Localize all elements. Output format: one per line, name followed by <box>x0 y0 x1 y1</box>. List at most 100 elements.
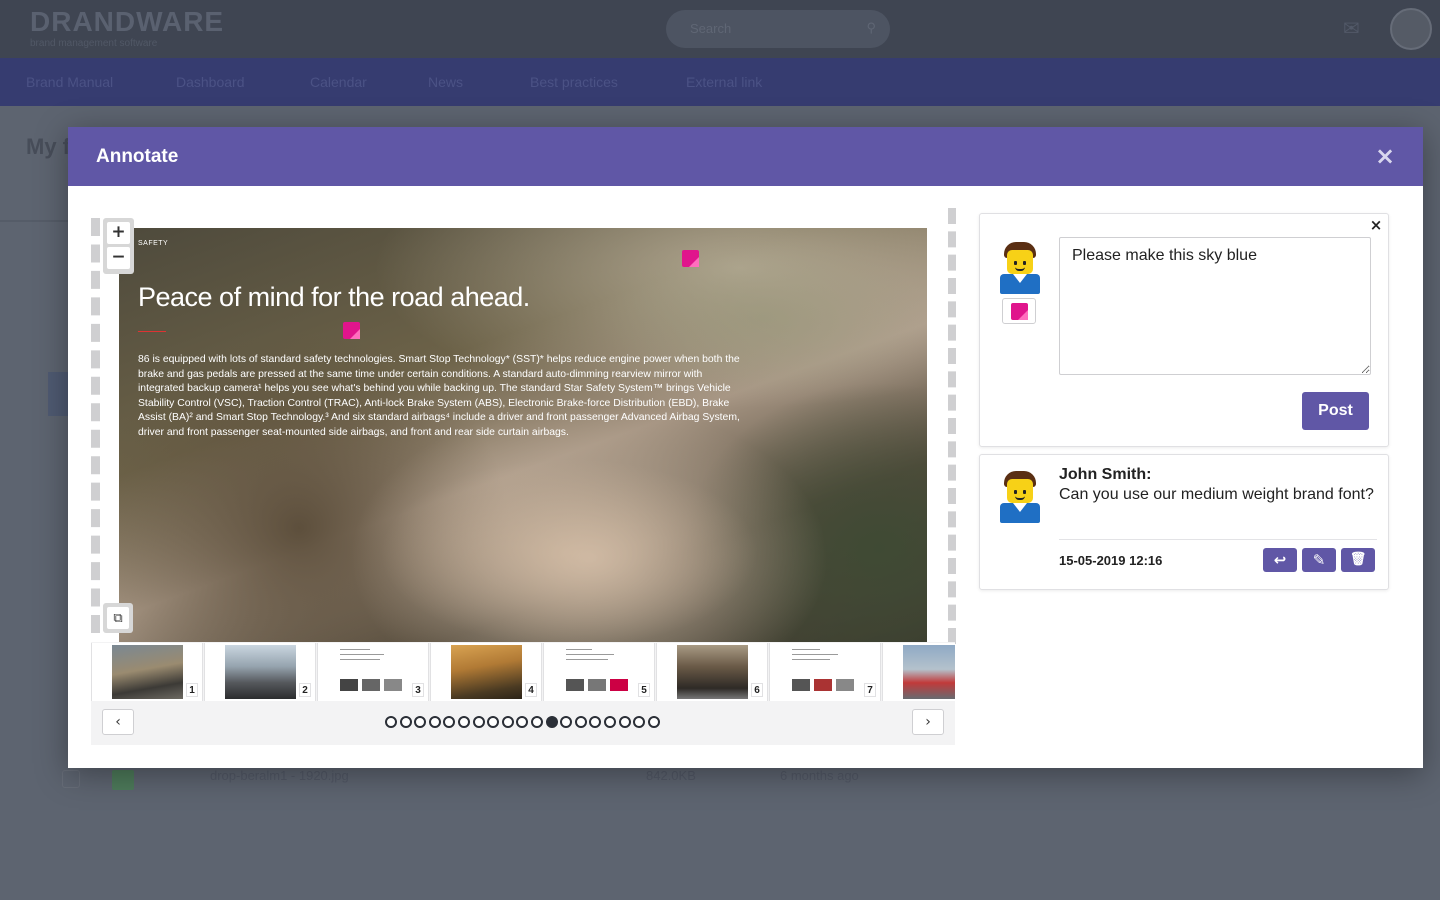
user-avatar[interactable] <box>1390 8 1432 50</box>
row-checkbox[interactable] <box>62 770 80 788</box>
edit-icon[interactable]: ✎ <box>1302 548 1336 572</box>
reply-icon[interactable]: ↩ <box>1263 548 1297 572</box>
page-kicker: SAFETY <box>138 240 169 247</box>
app-logo-subtitle: brand management software <box>30 38 158 49</box>
thumbnail-image <box>903 645 955 699</box>
thumbnail-number: 2 <box>299 683 311 697</box>
app-logo: DRANDWARE <box>30 6 225 37</box>
annotation-marker[interactable] <box>682 250 699 267</box>
file-name[interactable]: drop-beralm1 - 1920.jpg <box>210 768 349 783</box>
sidebar-tab[interactable] <box>48 372 68 416</box>
thumbnail-4[interactable]: 4 <box>430 643 542 701</box>
nav-item-external-link[interactable]: External link <box>686 74 762 90</box>
post-button[interactable]: Post <box>1302 392 1369 430</box>
page-dot[interactable] <box>385 716 397 728</box>
thumbnail-image <box>677 645 748 699</box>
previous-page-button[interactable]: ‹ <box>102 709 134 735</box>
comment-card: John Smith: Can you use our medium weigh… <box>979 454 1389 590</box>
page-dot[interactable] <box>633 716 646 728</box>
thumbnail-7[interactable]: 7 <box>769 643 881 701</box>
page-dot[interactable] <box>531 716 543 728</box>
thumbnail-1[interactable]: 1 <box>91 643 203 701</box>
comment-author: John Smith: <box>1059 466 1152 483</box>
page-dot[interactable] <box>618 716 631 728</box>
page-dot[interactable] <box>428 716 441 728</box>
page-dot[interactable] <box>399 716 412 728</box>
page-dot[interactable] <box>516 716 529 728</box>
file-icon <box>112 770 134 790</box>
thumbnail-6[interactable]: 6 <box>656 643 768 701</box>
page-dot[interactable] <box>443 716 456 728</box>
annotation-marker-icon <box>1011 303 1028 320</box>
page-dot[interactable] <box>647 716 660 728</box>
annotation-marker[interactable] <box>343 322 360 339</box>
page-dot[interactable] <box>472 716 485 728</box>
thumbnail-image <box>564 645 635 699</box>
nav-item-best-practices[interactable]: Best practices <box>530 74 618 90</box>
page-dot[interactable] <box>560 716 573 728</box>
avatar <box>998 242 1042 294</box>
app-header: DRANDWARE brand management software Sear… <box>0 0 1440 58</box>
nav-item-news[interactable]: News <box>428 74 463 90</box>
page-dot[interactable] <box>487 716 500 728</box>
close-icon[interactable]: × <box>1368 216 1384 234</box>
modal-header: Annotate × <box>68 127 1423 186</box>
thumbnail-2[interactable]: 2 <box>204 643 316 701</box>
thumbnail-image <box>451 645 522 699</box>
file-size: 842.0KB <box>646 768 696 783</box>
avatar <box>998 471 1042 523</box>
page-dot[interactable] <box>604 716 616 728</box>
thumbnail-number: 1 <box>186 683 198 697</box>
nav-item-calendar[interactable]: Calendar <box>310 74 367 90</box>
thumbnail-number: 3 <box>412 683 424 697</box>
comment-timestamp: 15-05-2019 12:16 <box>1059 553 1163 568</box>
page-title: My f <box>26 134 70 159</box>
thumbnail-number: 5 <box>638 683 650 697</box>
viewer-right-border <box>948 208 956 644</box>
zoom-controls: + − <box>103 218 134 274</box>
next-page-button[interactable]: › <box>912 709 944 735</box>
zoom-out-button[interactable]: − <box>107 247 130 269</box>
search-icon: ⚲ <box>866 20 876 35</box>
divider <box>0 220 68 222</box>
delete-icon[interactable]: 🗑 <box>1341 548 1375 572</box>
thumbnail-number: 6 <box>751 683 763 697</box>
thumbnail-5[interactable]: 5 <box>543 643 655 701</box>
page-dots <box>385 716 675 728</box>
main-nav: Brand Manual Dashboard Calendar News Bes… <box>0 58 1440 106</box>
thumbnail-number: 4 <box>525 683 537 697</box>
thumbnail-image <box>112 645 183 699</box>
viewer-left-border <box>91 218 100 633</box>
page-dot[interactable] <box>414 716 427 728</box>
thumbnail-strip: 1 2 3 4 5 6 7 <box>91 642 955 745</box>
thumbnail-3[interactable]: 3 <box>317 643 429 701</box>
annotation-marker-chip[interactable] <box>1002 298 1036 324</box>
zoom-in-button[interactable]: + <box>107 222 130 244</box>
close-icon[interactable]: × <box>1373 143 1397 169</box>
comment-input[interactable]: Please make this sky blue <box>1059 237 1371 375</box>
page-dot[interactable] <box>574 716 587 728</box>
search-input[interactable]: Search ⚲ <box>666 10 890 48</box>
search-placeholder: Search <box>690 21 732 36</box>
comment-text: Can you use our medium weight brand font… <box>1059 486 1374 503</box>
thumbnail-image <box>338 645 409 699</box>
thumbnail-8[interactable] <box>882 643 955 701</box>
page-headline: Peace of mind for the road ahead. <box>138 282 530 312</box>
annotate-modal: Annotate × SAFETY Peace of mind for the … <box>68 127 1423 768</box>
file-age: 6 months ago <box>780 768 859 783</box>
copy-icon[interactable]: ⧉ <box>107 607 129 629</box>
thumbnail-number: 7 <box>864 683 876 697</box>
thumbnail-image <box>225 645 296 699</box>
nav-item-brand-manual[interactable]: Brand Manual <box>26 74 113 90</box>
divider <box>1059 539 1377 540</box>
page-dot[interactable] <box>458 716 470 728</box>
page-dot[interactable] <box>589 716 602 728</box>
page-dot[interactable] <box>545 716 558 728</box>
nav-item-dashboard[interactable]: Dashboard <box>176 74 245 90</box>
modal-title: Annotate <box>96 146 179 167</box>
page-dot[interactable] <box>501 716 514 728</box>
copy-control: ⧉ <box>103 603 133 633</box>
document-page[interactable]: SAFETY Peace of mind for the road ahead.… <box>119 228 927 642</box>
notification-icon[interactable]: ✉ <box>1343 16 1360 41</box>
page-body-text: 86 is equipped with lots of standard saf… <box>138 354 740 438</box>
